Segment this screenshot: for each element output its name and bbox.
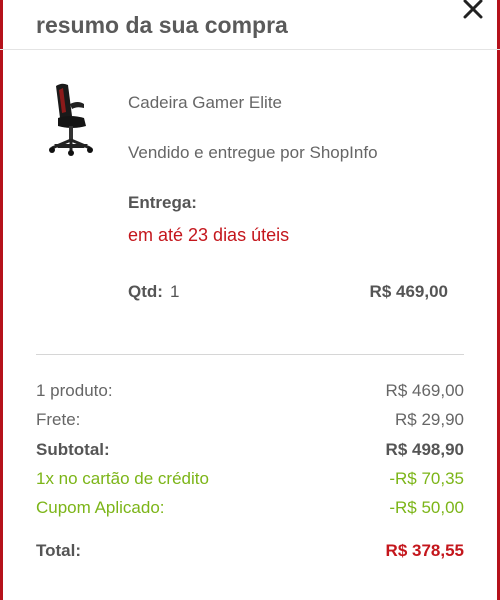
delivery-estimate: em até 23 dias úteis [128, 225, 290, 245]
total-row: Total: R$ 378,55 [36, 541, 464, 565]
products-label: 1 produto: [36, 381, 113, 400]
shipping-label: Frete: [36, 410, 81, 429]
seller-info: Vendido e entregue por ShopInfo [128, 143, 378, 162]
subtotal-value: R$ 498,90 [385, 440, 464, 459]
item-price: R$ 469,00 [369, 282, 448, 301]
shipping-row: Frete: R$ 29,90 [36, 410, 464, 434]
gamer-chair-image [49, 83, 93, 156]
products-row: 1 produto: R$ 469,00 [36, 381, 464, 405]
close-icon[interactable] [458, 0, 488, 24]
summary-divider [36, 354, 464, 355]
card-discount-label: 1x no cartão de crédito [36, 469, 209, 488]
total-value: R$ 378,55 [385, 541, 464, 560]
quantity-value: 1 [170, 282, 180, 301]
delivery-label: Entrega: [128, 193, 197, 212]
close-button[interactable] [458, 0, 488, 24]
quantity-label: Qtd: [128, 282, 163, 301]
total-label: Total: [36, 541, 82, 560]
subtotal-row: Subtotal: R$ 498,90 [36, 440, 464, 464]
shipping-value: R$ 29,90 [395, 410, 464, 429]
card-discount-row: 1x no cartão de crédito -R$ 70,35 [36, 469, 464, 493]
summary-title: resumo da sua compra [36, 12, 288, 38]
coupon-value: -R$ 50,00 [389, 498, 464, 517]
product-name: Cadeira Gamer Elite [128, 93, 283, 112]
subtotal-label: Subtotal: [36, 440, 110, 459]
card-discount-value: -R$ 70,35 [389, 469, 464, 488]
coupon-row: Cupom Aplicado: -R$ 50,00 [36, 498, 464, 522]
products-value: R$ 469,00 [385, 381, 464, 400]
header-divider [0, 49, 500, 50]
coupon-label: Cupom Aplicado: [36, 498, 165, 517]
left-border [0, 0, 3, 600]
